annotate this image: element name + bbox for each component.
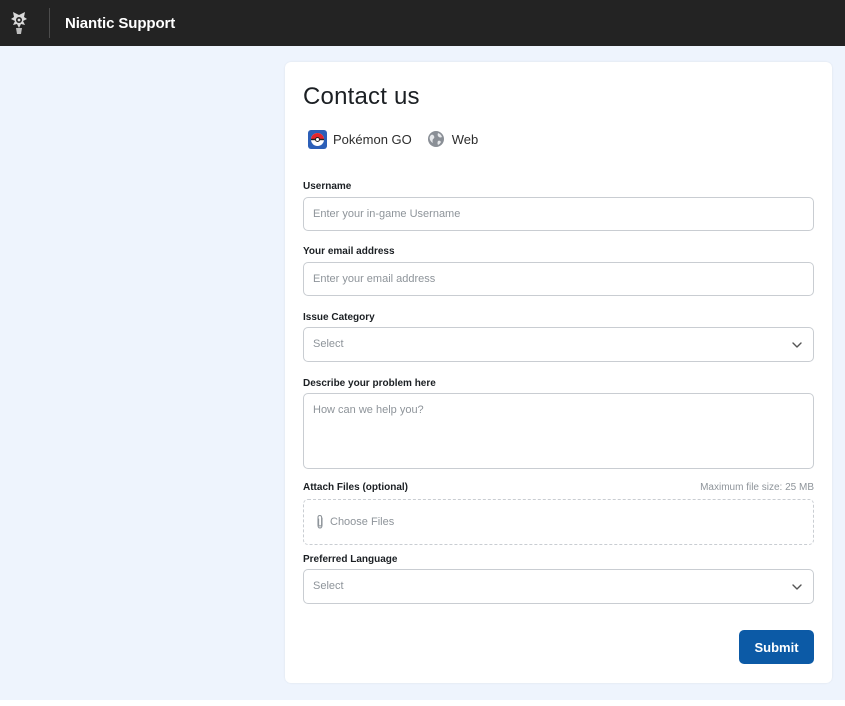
tag-label: Web xyxy=(451,131,479,147)
product-tags: Pokémon GO Web xyxy=(307,128,478,150)
tag-pokemon-go: Pokémon GO xyxy=(307,129,412,149)
issue-category-value: Select xyxy=(313,338,344,350)
page-bottom-strip xyxy=(0,700,845,706)
username-input[interactable]: Enter your in-game Username xyxy=(303,197,814,231)
email-input[interactable]: Enter your email address xyxy=(303,262,814,296)
page-title: Contact us xyxy=(303,83,420,110)
paperclip-icon xyxy=(317,514,323,529)
chevron-down-icon xyxy=(792,584,802,590)
contact-form-card: Contact us Pokémon GO Web Username Enter… xyxy=(285,62,832,683)
issue-category-select[interactable]: Select xyxy=(303,327,814,362)
header-divider xyxy=(49,8,50,38)
site-title[interactable]: Niantic Support xyxy=(65,15,175,32)
top-bar: Niantic Support xyxy=(0,0,845,46)
globe-icon xyxy=(426,129,446,149)
choose-files-button[interactable]: Choose Files xyxy=(330,516,394,528)
submit-button[interactable]: Submit xyxy=(739,630,814,664)
preferred-language-value: Select xyxy=(313,580,344,592)
description-label: Describe your problem here xyxy=(303,378,436,389)
preferred-language-label: Preferred Language xyxy=(303,554,398,565)
attach-files-label: Attach Files (optional) xyxy=(303,482,408,493)
tag-web: Web xyxy=(426,129,479,149)
chevron-down-icon xyxy=(792,342,802,348)
pokeball-icon xyxy=(307,129,327,149)
tag-label: Pokémon GO xyxy=(333,131,412,147)
email-label: Your email address xyxy=(303,246,395,257)
description-textarea[interactable]: How can we help you? xyxy=(303,393,814,469)
max-file-size-note: Maximum file size: 25 MB xyxy=(700,482,814,493)
niantic-logo-icon[interactable] xyxy=(9,10,29,36)
issue-category-label: Issue Category xyxy=(303,312,375,323)
file-dropzone[interactable]: Choose Files xyxy=(303,499,814,545)
username-label: Username xyxy=(303,181,352,192)
preferred-language-select[interactable]: Select xyxy=(303,569,814,604)
